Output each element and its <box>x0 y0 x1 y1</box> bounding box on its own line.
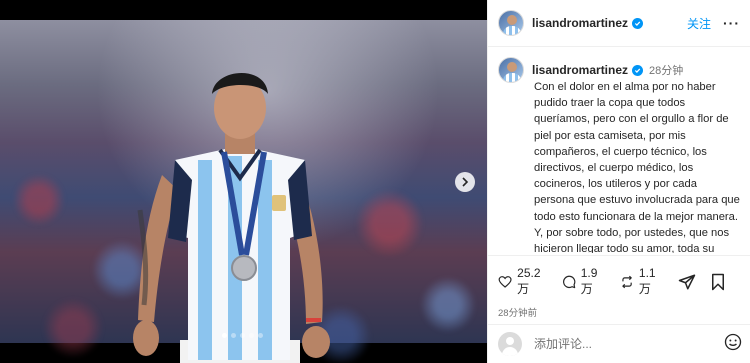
more-options-button[interactable]: ··· <box>723 15 740 31</box>
share-plane-icon <box>678 274 696 289</box>
player-figure <box>133 72 330 363</box>
post-side-panel: lisandromartinez 关注 ··· lisandromartinez… <box>487 0 750 363</box>
post-timestamp: 28分钟前 <box>498 308 538 319</box>
chevron-right-icon <box>462 177 469 187</box>
post-photo <box>0 20 487 363</box>
like-button[interactable]: 25.2 万 <box>498 266 548 297</box>
slide-dot <box>240 333 245 338</box>
repost-button[interactable]: 1.1 万 <box>620 266 664 297</box>
comment-count: 1.9 万 <box>580 266 598 296</box>
caption-timestamp: 28分钟 <box>649 65 684 77</box>
bookmark-icon <box>712 273 725 290</box>
avatar <box>498 332 522 356</box>
post-media <box>0 0 487 363</box>
comment-input[interactable] <box>534 337 694 351</box>
caption-text: Con el dolor en el alma por no haber pud… <box>534 81 740 253</box>
save-button[interactable] <box>710 273 726 291</box>
comment-button[interactable]: 1.9 万 <box>562 266 606 297</box>
like-count: 25.2 万 <box>517 266 541 296</box>
comment-composer <box>488 324 750 363</box>
slide-dot <box>231 333 236 338</box>
repost-count: 1.1 万 <box>638 266 656 296</box>
verified-badge-icon <box>632 64 644 76</box>
username-link[interactable]: lisandromartinez <box>532 63 628 77</box>
next-slide-button[interactable] <box>455 172 475 192</box>
avatar[interactable] <box>498 57 524 83</box>
action-bar: 25.2 万 1.9 万 1.1 万 28分钟前 <box>488 255 750 330</box>
share-button[interactable] <box>678 273 696 291</box>
post-header: lisandromartinez 关注 ··· <box>488 0 750 47</box>
repost-icon <box>621 275 632 288</box>
verified-badge-icon <box>632 17 644 29</box>
slide-dot <box>222 333 227 338</box>
emoji-icon <box>724 333 742 350</box>
slide-dot <box>249 333 254 338</box>
comment-bubble-icon <box>562 275 575 288</box>
follow-button[interactable]: 关注 <box>687 15 711 32</box>
action-row: 25.2 万 1.9 万 1.1 万 <box>498 266 740 297</box>
heart-icon <box>498 275 512 288</box>
username-link[interactable]: lisandromartinez <box>532 16 628 30</box>
avatar[interactable] <box>498 10 524 36</box>
emoji-button[interactable] <box>724 333 742 356</box>
caption-section: lisandromartinez 28分钟 Con el dolor en el… <box>498 57 740 253</box>
slide-dot <box>258 333 263 338</box>
slide-indicator <box>222 333 263 338</box>
